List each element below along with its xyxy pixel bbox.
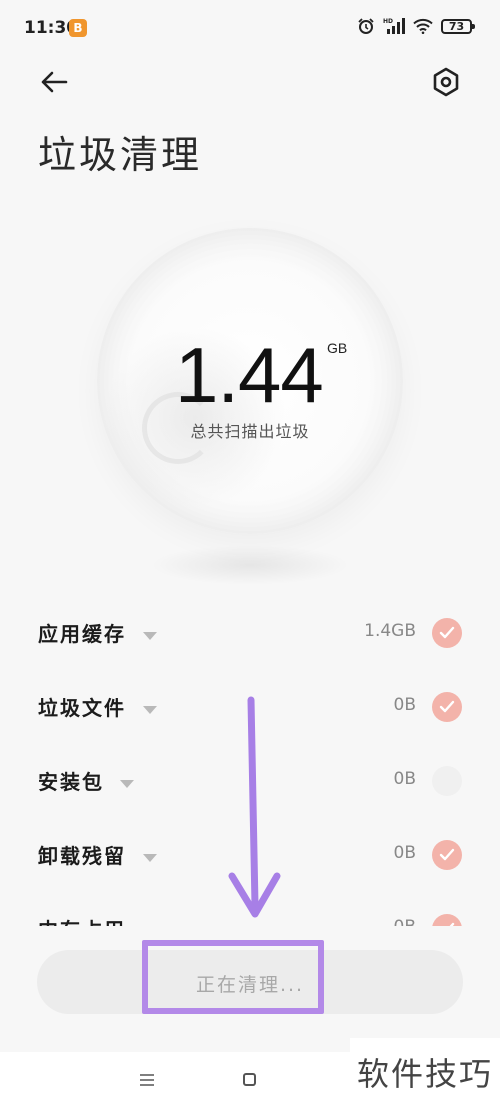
junk-total-label: 总共扫描出垃圾: [190, 422, 310, 441]
list-item-size: 1.4GB: [364, 621, 416, 641]
list-item-app-cache[interactable]: 应用缓存 1.4GB: [0, 596, 500, 670]
settings-icon[interactable]: [428, 64, 464, 100]
home-square-icon[interactable]: [243, 1073, 256, 1086]
back-arrow-icon[interactable]: [36, 64, 72, 100]
alarm-icon: [358, 18, 374, 34]
status-bar: 11:30 B HD 73: [0, 0, 500, 58]
watermark: 软件技巧: [350, 1038, 500, 1111]
expand-caret-icon[interactable]: [143, 854, 157, 862]
annotation-highlight-box: [142, 940, 324, 1014]
list-item-label: 应用缓存: [38, 622, 126, 646]
page-title: 垃圾清理: [38, 133, 203, 177]
list-item-label: 安装包: [38, 770, 104, 794]
checkbox-checked-icon[interactable]: [432, 914, 462, 926]
list-item-size: 0B: [393, 843, 416, 863]
checkbox-checked-icon[interactable]: [432, 692, 462, 722]
menu-icon[interactable]: [139, 1074, 155, 1086]
junk-total-value: 1.44: [175, 331, 324, 419]
hd-label: HD: [383, 18, 393, 25]
list-item-label: 内存占用: [38, 914, 126, 926]
list-item-label: 垃圾文件: [38, 696, 126, 720]
signal-icon: HD: [383, 18, 405, 34]
wifi-icon: [413, 18, 433, 34]
expand-caret-icon[interactable]: [120, 780, 134, 788]
junk-total-unit: GB: [327, 340, 348, 356]
annotation-arrow-icon: [228, 696, 281, 918]
list-item-label: 卸载残留: [38, 844, 126, 868]
list-item-size: 0B: [394, 917, 416, 926]
orb-shadow: [150, 545, 350, 585]
app-notification-icon: B: [69, 19, 87, 37]
list-item-size: 0B: [393, 769, 416, 789]
status-icons: HD 73: [357, 17, 475, 35]
list-item-size: 0B: [393, 695, 416, 715]
checkbox-unchecked-icon[interactable]: [432, 766, 462, 796]
expand-caret-icon[interactable]: [143, 706, 157, 714]
expand-caret-icon[interactable]: [143, 632, 157, 640]
checkbox-checked-icon[interactable]: [432, 618, 462, 648]
battery-icon: 73: [441, 18, 475, 34]
checkbox-checked-icon[interactable]: [432, 840, 462, 870]
